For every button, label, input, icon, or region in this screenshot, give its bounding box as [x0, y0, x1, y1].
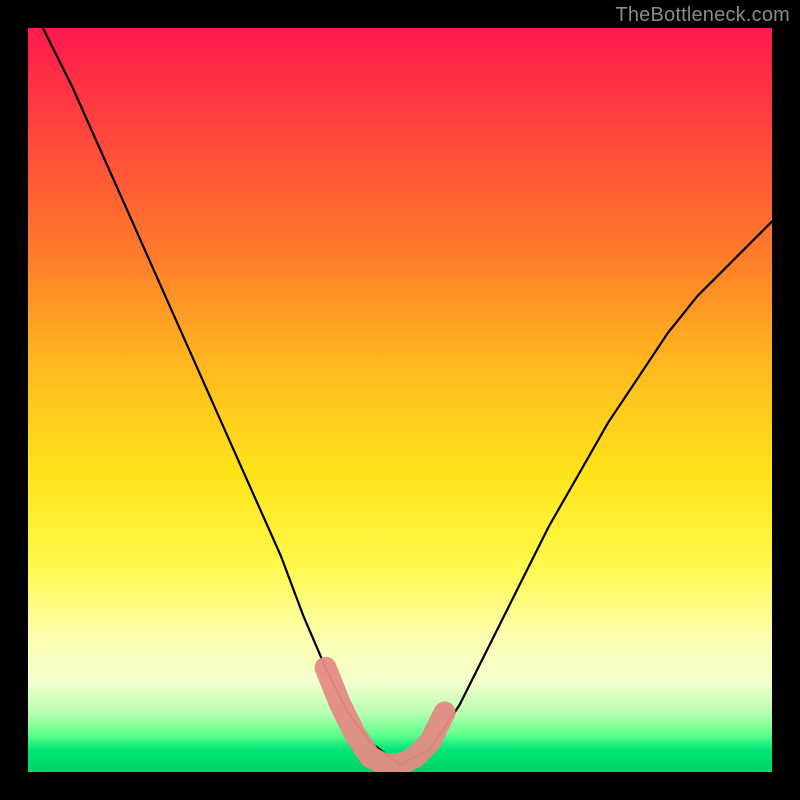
sweet-spot-highlight: [326, 668, 445, 765]
watermark-text: TheBottleneck.com: [615, 4, 790, 27]
bottleneck-curve-path: [43, 28, 772, 765]
plot-area: [28, 28, 772, 772]
curve-layer: [28, 28, 772, 772]
chart-frame: TheBottleneck.com: [0, 0, 800, 800]
